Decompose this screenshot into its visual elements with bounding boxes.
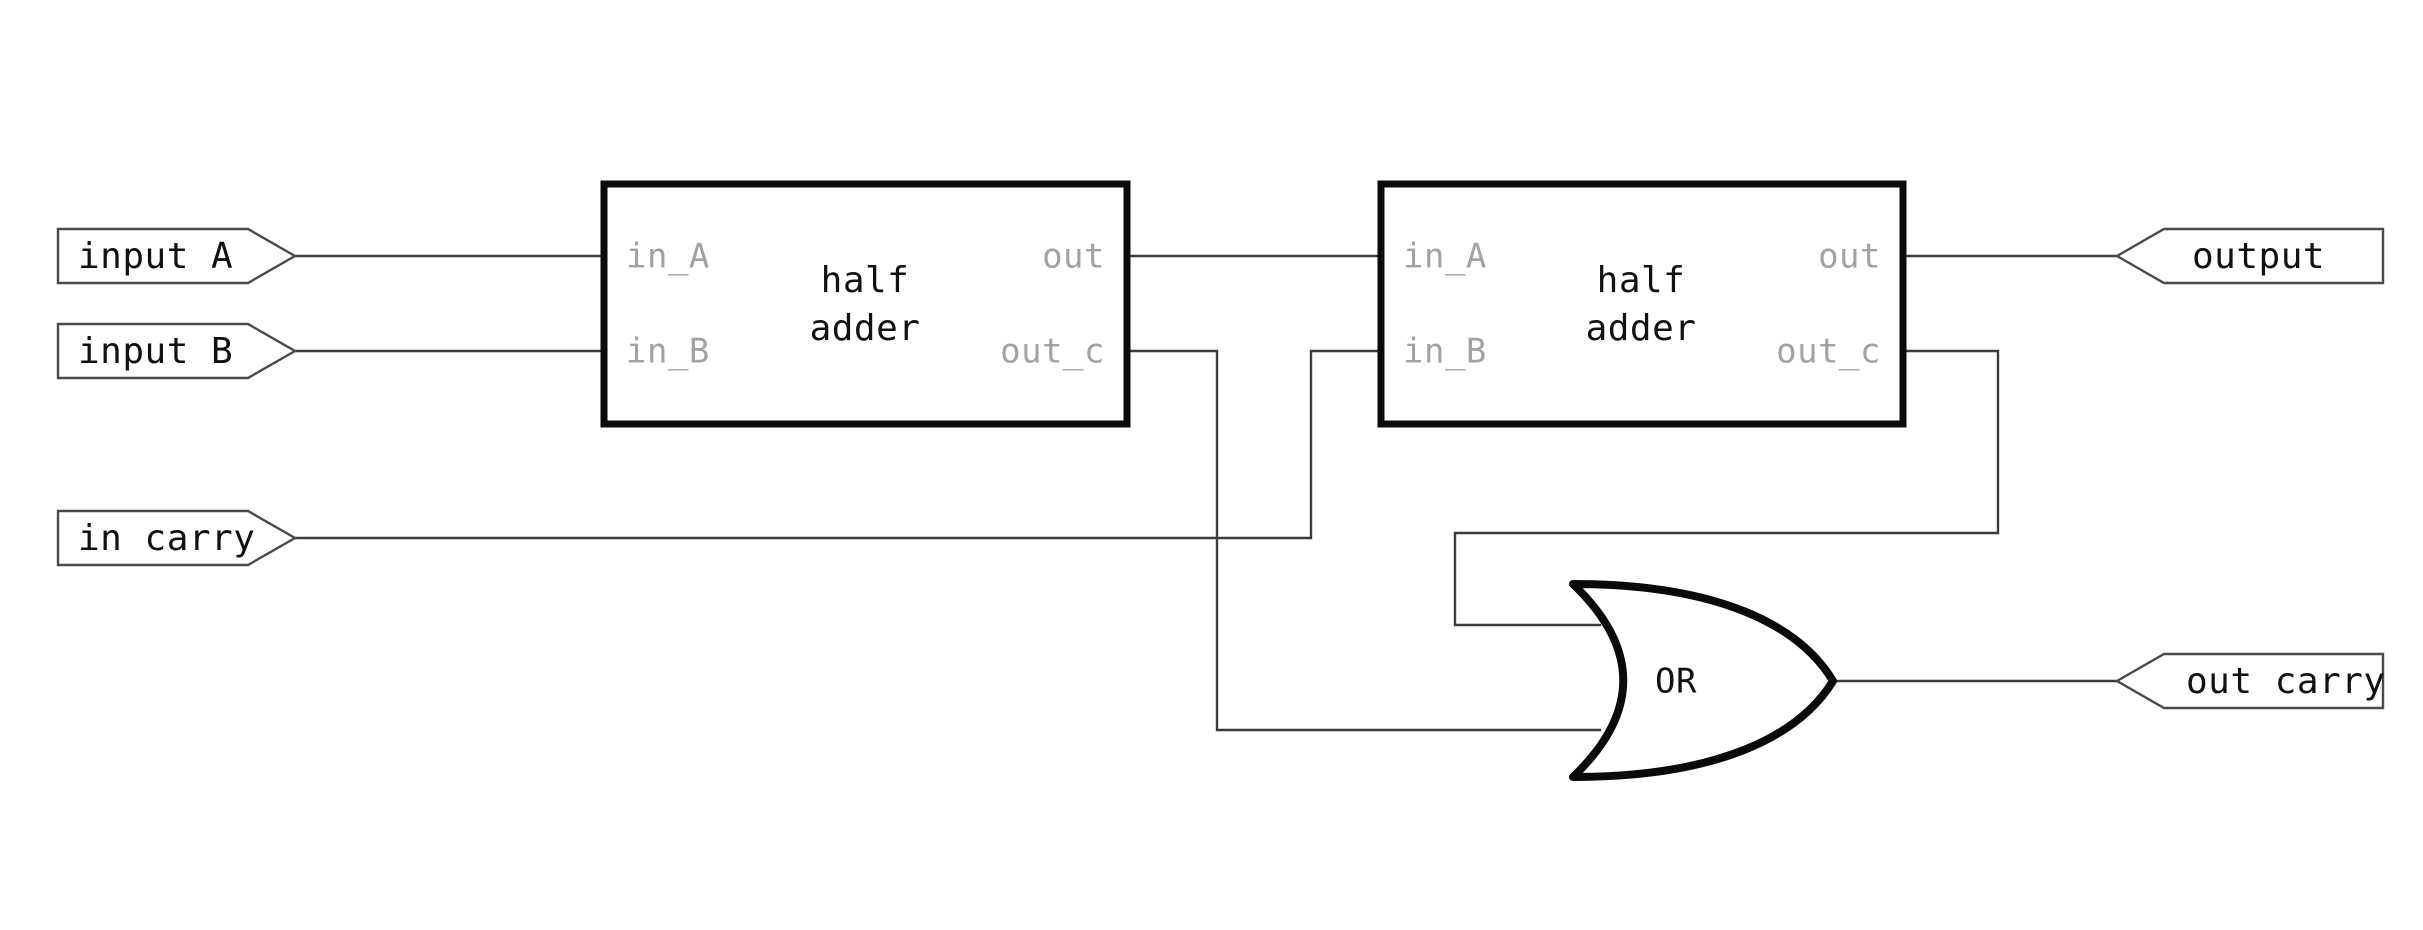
half-adder-2-port-out-c-label: out_c bbox=[1776, 332, 1881, 372]
in-carry-label: in carry bbox=[78, 518, 255, 559]
or-gate-shape[interactable] bbox=[1569, 580, 1837, 781]
input-terminal-input-b[interactable]: input B bbox=[56, 322, 298, 380]
output-terminal-out-carry[interactable]: out carry bbox=[2114, 652, 2386, 710]
half-adder-2-port-out-label: out bbox=[1818, 237, 1881, 277]
block-half-adder-1[interactable]: in_A in_B out out_c half adder bbox=[600, 180, 1131, 428]
output-terminal-output[interactable]: output bbox=[2114, 227, 2385, 285]
half-adder-2-port-in-b-label: in_B bbox=[1403, 332, 1487, 372]
or-gate-label: OR bbox=[1655, 662, 1697, 702]
output-label: output bbox=[2192, 236, 2325, 277]
input-b-label: input B bbox=[78, 331, 233, 372]
half-adder-2-title-line1: half bbox=[1597, 260, 1686, 301]
half-adder-1-title-line1: half bbox=[821, 260, 910, 301]
diagram-canvas: input A input B in carry output out carr… bbox=[0, 0, 2423, 930]
half-adder-1-port-out-c-label: out_c bbox=[1000, 332, 1105, 372]
half-adder-1-box[interactable] bbox=[600, 180, 1131, 428]
input-terminals: input A input B in carry bbox=[56, 227, 298, 567]
block-half-adder-2[interactable]: in_A in_B out out_c half adder bbox=[1377, 180, 1907, 428]
half-adder-1-port-in-b-label: in_B bbox=[626, 332, 710, 372]
half-adder-1-port-in-a-label: in_A bbox=[626, 237, 710, 277]
full-adder-diagram: input A input B in carry output out carr… bbox=[56, 180, 2386, 781]
input-terminal-in-carry[interactable]: in carry bbox=[56, 509, 298, 567]
input-a-label: input A bbox=[78, 236, 233, 277]
out-carry-label: out carry bbox=[2186, 661, 2386, 702]
output-terminals: output out carry bbox=[2114, 227, 2386, 710]
or-gate[interactable]: OR bbox=[1569, 580, 1837, 781]
half-adder-1-title-line2: adder bbox=[810, 308, 921, 349]
half-adder-2-title-line2: adder bbox=[1586, 308, 1697, 349]
half-adder-1-port-out-label: out bbox=[1042, 237, 1105, 277]
half-adder-2-port-in-a-label: in_A bbox=[1403, 237, 1487, 277]
input-terminal-input-a[interactable]: input A bbox=[56, 227, 298, 285]
half-adder-2-box[interactable] bbox=[1377, 180, 1907, 428]
